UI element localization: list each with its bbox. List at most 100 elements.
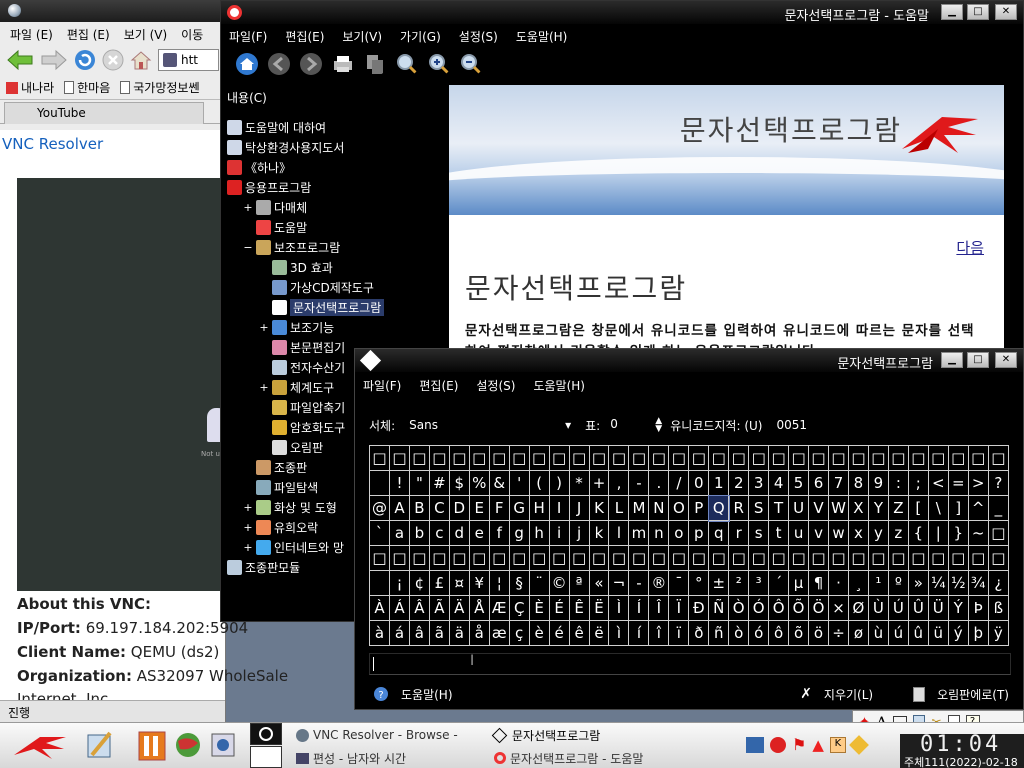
char-cell[interactable]: C [428, 495, 450, 521]
char-cell[interactable]: N [648, 495, 670, 521]
char-cell[interactable]: ã [428, 620, 450, 646]
char-cell[interactable]: z [887, 520, 909, 546]
char-cell[interactable]: â [408, 620, 430, 646]
char-cell[interactable]: a [388, 520, 410, 546]
next-page-link[interactable]: 다음 [956, 237, 984, 258]
char-cell[interactable]: □ [628, 445, 650, 471]
char-cell[interactable]: □ [927, 445, 949, 471]
char-cell[interactable]: ¯ [668, 570, 690, 596]
char-cell[interactable]: ¾ [967, 570, 989, 596]
char-cell[interactable]: ê [568, 620, 590, 646]
char-cell[interactable]: □ [448, 445, 470, 471]
char-cell[interactable]: ¸ [847, 570, 869, 596]
font-combo[interactable]: Sans ▾ [395, 418, 577, 432]
char-cell[interactable]: Ä [448, 595, 470, 621]
char-cell[interactable]: < [927, 470, 949, 496]
char-cell[interactable]: ( [528, 470, 550, 496]
char-cell[interactable]: Û [907, 595, 929, 621]
char-cell[interactable]: L [608, 495, 630, 521]
vnc-resolver-link[interactable]: VNC Resolver [2, 135, 103, 153]
char-cell[interactable]: □ [408, 545, 430, 571]
char-cell[interactable]: □ [428, 445, 450, 471]
browser-menu-go[interactable]: 이동 [181, 26, 203, 42]
char-cell[interactable]: p [688, 520, 710, 546]
char-cell[interactable]: > [967, 470, 989, 496]
char-cell[interactable]: ó [748, 620, 770, 646]
char-cell[interactable]: □ [808, 445, 829, 471]
char-cell[interactable]: . [648, 470, 670, 496]
char-cell[interactable]: ò [728, 620, 750, 646]
char-cell[interactable]: □ [927, 545, 949, 571]
char-cell[interactable]: © [548, 570, 570, 596]
char-cell[interactable]: / [668, 470, 690, 496]
char-cell[interactable]: □ [967, 545, 989, 571]
char-cell[interactable]: n [648, 520, 670, 546]
bookmark-naenara[interactable]: 내나라 [6, 79, 54, 96]
bookmark-national-network[interactable]: 국가망정보쎈 [120, 79, 200, 96]
disconnect-icon[interactable] [770, 736, 786, 753]
charmap-titlebar[interactable]: 문자선택프로그람 ▁ □ ✕ [355, 349, 1023, 372]
char-cell[interactable]: µ [788, 570, 810, 596]
tree-item[interactable]: 문자선택프로그람 [227, 297, 447, 317]
char-cell[interactable]: Å [468, 595, 490, 621]
char-cell[interactable]: ¿ [987, 570, 1010, 596]
char-cell[interactable]: ½ [947, 570, 969, 596]
help-menu-edit[interactable]: 편집(E) [285, 28, 324, 44]
char-cell[interactable]: Ó [748, 595, 770, 621]
char-cell[interactable]: | [927, 520, 949, 546]
char-cell[interactable]: ¢ [408, 570, 430, 596]
char-cell[interactable]: □ [967, 445, 989, 471]
char-cell[interactable]: P [688, 495, 710, 521]
char-cell[interactable]: □ [369, 445, 390, 471]
char-cell[interactable]: ç [508, 620, 530, 646]
browser-menu-edit[interactable]: 편집 (E) [67, 26, 110, 42]
minimize-button[interactable]: ▁ [941, 4, 963, 20]
char-cell[interactable]: □ [847, 545, 869, 571]
char-cell[interactable]: d [448, 520, 470, 546]
char-cell[interactable]: t [768, 520, 790, 546]
char-cell[interactable]: ô [768, 620, 790, 646]
char-cell[interactable]: ñ [708, 620, 730, 646]
char-cell[interactable]: x [847, 520, 869, 546]
char-cell[interactable]: : [887, 470, 909, 496]
char-cell[interactable]: - [628, 570, 650, 596]
char-cell[interactable]: W [828, 495, 849, 521]
char-cell[interactable]: w [828, 520, 849, 546]
char-cell[interactable]: £ [428, 570, 450, 596]
char-cell[interactable]: ¨ [528, 570, 550, 596]
tree-item[interactable]: 탁상환경사용지도서 [227, 137, 447, 157]
char-cell[interactable]: i [548, 520, 570, 546]
char-cell[interactable]: ² [728, 570, 750, 596]
char-cell[interactable]: □ [867, 545, 889, 571]
char-cell[interactable]: Ì [608, 595, 630, 621]
char-cell[interactable]: □ [488, 445, 510, 471]
char-cell[interactable]: Ò [728, 595, 750, 621]
task-help[interactable]: 문자선택프로그람 - 도움말 [494, 748, 643, 768]
char-cell[interactable]: U [788, 495, 810, 521]
char-cell[interactable]: ý [947, 620, 969, 646]
globe-app-icon[interactable] [174, 731, 202, 759]
char-cell[interactable]: h [528, 520, 550, 546]
char-cell[interactable]: □ [668, 545, 690, 571]
expander-icon[interactable]: + [243, 521, 253, 534]
char-cell[interactable]: □ [907, 445, 929, 471]
char-cell[interactable]: è [528, 620, 550, 646]
char-cell[interactable]: T [768, 495, 790, 521]
char-cell[interactable]: H [528, 495, 550, 521]
char-cell[interactable]: » [907, 570, 929, 596]
minimize-button[interactable]: ▁ [941, 352, 963, 368]
char-cell[interactable]: þ [967, 620, 989, 646]
char-cell[interactable]: { [907, 520, 929, 546]
char-cell[interactable]: O [668, 495, 690, 521]
char-cell[interactable]: Ý [947, 595, 969, 621]
tree-item[interactable]: 《하나》 [227, 157, 447, 177]
char-cell[interactable]: ö [808, 620, 829, 646]
stop-icon[interactable] [102, 49, 124, 71]
charmap-menu-help[interactable]: 도움말(H) [533, 377, 585, 393]
char-cell[interactable]: 2 [728, 470, 750, 496]
zoom-in-icon[interactable] [427, 52, 451, 76]
char-cell[interactable]: u [788, 520, 810, 546]
help-menu-help[interactable]: 도움말(H) [516, 28, 568, 44]
char-cell[interactable]: ø [847, 620, 869, 646]
text-entry[interactable]: I [369, 653, 1011, 675]
